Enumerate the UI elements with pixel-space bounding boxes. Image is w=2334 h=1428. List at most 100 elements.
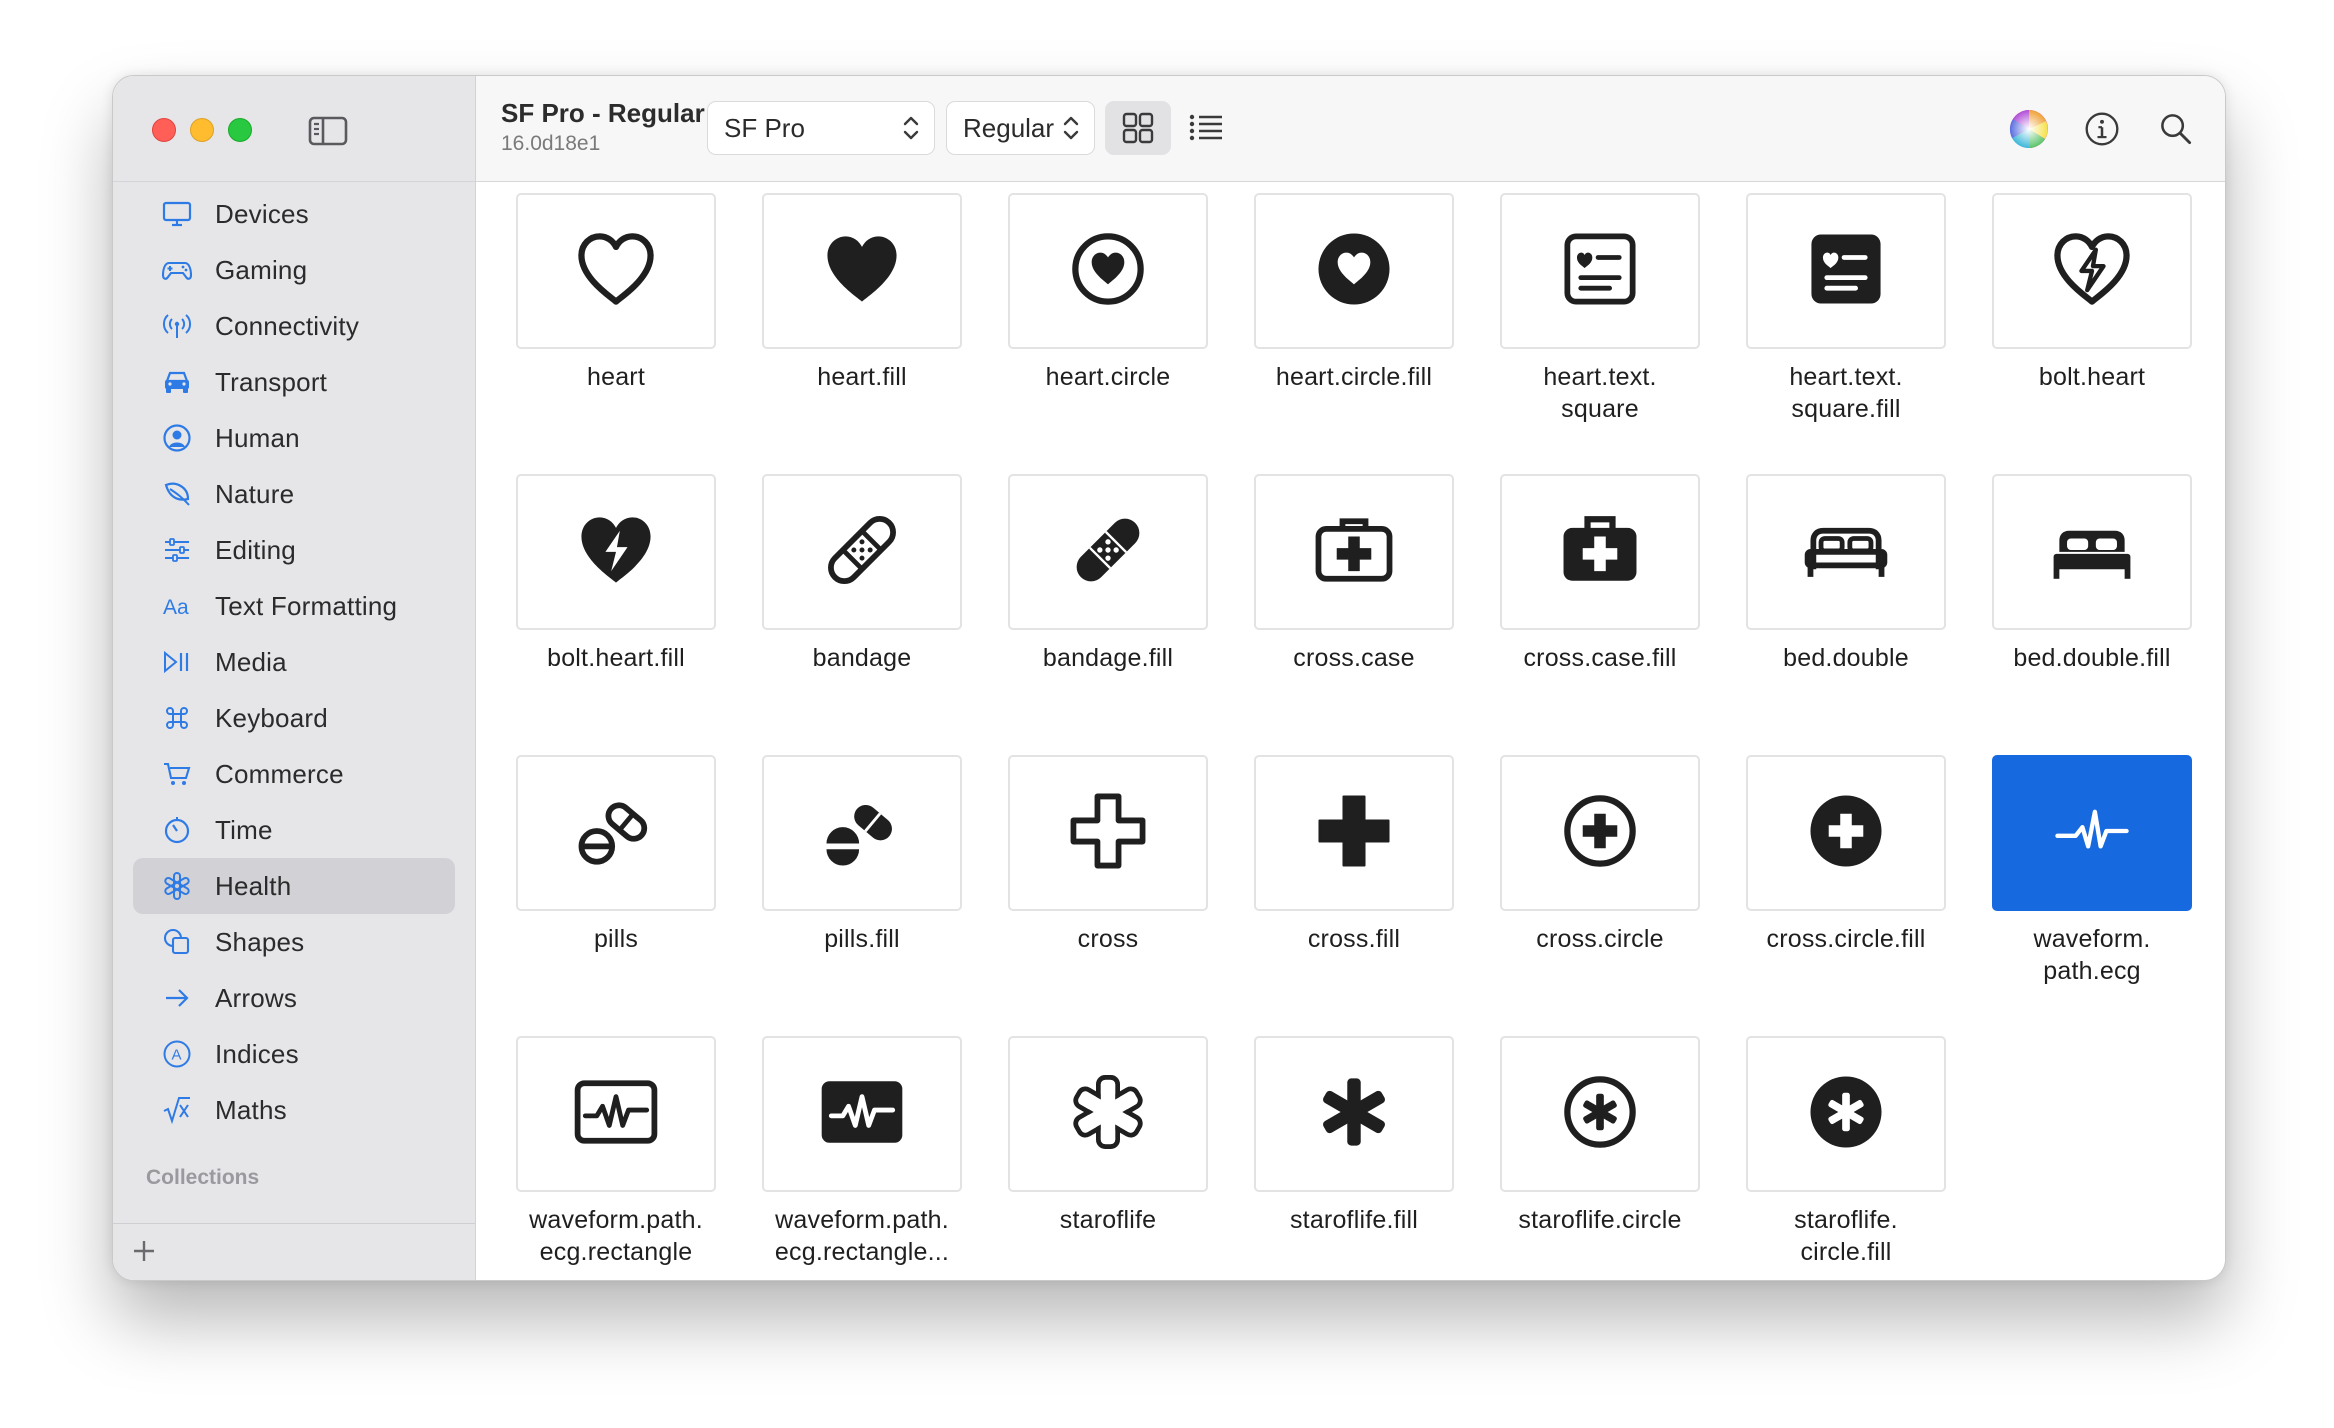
symbol-tile[interactable] bbox=[516, 755, 716, 911]
sidebar-item-shapes[interactable]: Shapes bbox=[133, 914, 455, 970]
sidebar-item-indices[interactable]: A Indices bbox=[133, 1026, 455, 1082]
symbol-tile[interactable] bbox=[1254, 755, 1454, 911]
symbol-tile[interactable] bbox=[1992, 755, 2192, 911]
collections-header: Collections bbox=[146, 1166, 260, 1189]
symbol-cell[interactable]: bolt.heart.fill bbox=[516, 474, 716, 755]
zoom-window-button[interactable] bbox=[228, 118, 252, 142]
symbol-cell[interactable]: pills.fill bbox=[762, 755, 962, 1036]
symbol-cell[interactable]: cross.case.fill bbox=[1500, 474, 1700, 755]
symbol-tile[interactable] bbox=[1500, 474, 1700, 630]
leaf-icon bbox=[159, 476, 195, 512]
symbol-cell[interactable]: cross.fill bbox=[1254, 755, 1454, 1036]
list-view-button[interactable] bbox=[1173, 101, 1239, 155]
symbol-tile[interactable] bbox=[1254, 1036, 1454, 1192]
symbol-tile[interactable] bbox=[1008, 755, 1208, 911]
symbol-cell[interactable]: heart.circle bbox=[1008, 193, 1208, 474]
close-window-button[interactable] bbox=[152, 118, 176, 142]
symbol-tile[interactable] bbox=[1254, 474, 1454, 630]
sidebar-item-gaming[interactable]: Gaming bbox=[133, 242, 455, 298]
sidebar-item-transport[interactable]: Transport bbox=[133, 354, 455, 410]
minimize-window-button[interactable] bbox=[190, 118, 214, 142]
symbol-cell[interactable]: pills bbox=[516, 755, 716, 1036]
sidebar-item-text-formatting[interactable]: Aa Text Formatting bbox=[133, 578, 455, 634]
sidebar-item-time[interactable]: Time bbox=[133, 802, 455, 858]
font-family-select[interactable]: SF Pro bbox=[707, 101, 935, 155]
symbol-cell[interactable]: waveform.path. ecg.rectangle... bbox=[762, 1036, 962, 1280]
symbol-tile[interactable] bbox=[1746, 474, 1946, 630]
symbol-cell[interactable]: heart.text. square.fill bbox=[1746, 193, 1946, 474]
search-icon[interactable] bbox=[2156, 109, 2196, 149]
symbol-label: heart bbox=[587, 363, 645, 391]
symbol-cell[interactable]: staroflife.circle bbox=[1500, 1036, 1700, 1280]
symbol-cell[interactable]: staroflife bbox=[1008, 1036, 1208, 1280]
symbol-tile[interactable] bbox=[1500, 1036, 1700, 1192]
symbol-cell[interactable]: staroflife.fill bbox=[1254, 1036, 1454, 1280]
sidebar-divider bbox=[113, 181, 475, 182]
symbol-cell[interactable]: heart.circle.fill bbox=[1254, 193, 1454, 474]
symbol-tile[interactable] bbox=[1992, 193, 2192, 349]
add-collection-icon[interactable] bbox=[129, 1236, 159, 1266]
symbol-tile[interactable] bbox=[1500, 193, 1700, 349]
sidebar-item-nature[interactable]: Nature bbox=[133, 466, 455, 522]
sidebar-toggle-icon[interactable] bbox=[308, 116, 348, 146]
symbol-label: cross.fill bbox=[1307, 925, 1401, 953]
symbol-cell[interactable]: heart bbox=[516, 193, 716, 474]
symbol-label: staroflife.fill bbox=[1289, 1206, 1419, 1234]
symbol-tile[interactable] bbox=[762, 755, 962, 911]
staroflife-icon bbox=[159, 868, 195, 904]
command-icon bbox=[159, 700, 195, 736]
grid-view-button[interactable] bbox=[1105, 101, 1171, 155]
info-icon[interactable] bbox=[2082, 109, 2122, 149]
symbol-cell[interactable]: cross.circle bbox=[1500, 755, 1700, 1036]
category-list: Devices Gaming Connectivity Transport Human N… bbox=[133, 186, 455, 1138]
sidebar-item-keyboard[interactable]: Keyboard bbox=[133, 690, 455, 746]
symbol-tile[interactable] bbox=[762, 193, 962, 349]
font-weight-select[interactable]: Regular bbox=[946, 101, 1095, 155]
sidebar-item-media[interactable]: Media bbox=[133, 634, 455, 690]
symbol-cell[interactable]: bandage bbox=[762, 474, 962, 755]
symbol-cell[interactable]: heart.fill bbox=[762, 193, 962, 474]
symbol-tile[interactable] bbox=[762, 1036, 962, 1192]
symbol-cell[interactable]: bandage.fill bbox=[1008, 474, 1208, 755]
symbol-tile[interactable] bbox=[1254, 193, 1454, 349]
symbol-tile[interactable] bbox=[516, 193, 716, 349]
symbol-cell[interactable]: staroflife. circle.fill bbox=[1746, 1036, 1946, 1280]
symbol-cell[interactable]: cross.circle.fill bbox=[1746, 755, 1946, 1036]
sidebar-item-commerce[interactable]: Commerce bbox=[133, 746, 455, 802]
symbol-label: waveform. path.ecg bbox=[2033, 925, 2151, 985]
symbol-cell[interactable]: bolt.heart bbox=[1992, 193, 2192, 474]
symbol-tile[interactable] bbox=[516, 1036, 716, 1192]
sidebar-item-human[interactable]: Human bbox=[133, 410, 455, 466]
symbol-tile[interactable] bbox=[1008, 474, 1208, 630]
symbol-tile[interactable] bbox=[1008, 193, 1208, 349]
symbol-cell[interactable]: heart.text. square bbox=[1500, 193, 1700, 474]
sidebar-item-maths[interactable]: Maths bbox=[133, 1082, 455, 1138]
sidebar-item-label: Connectivity bbox=[215, 310, 360, 341]
symbol-cell[interactable]: waveform. path.ecg bbox=[1992, 755, 2192, 1036]
color-wheel-icon[interactable] bbox=[2009, 109, 2049, 149]
sidebar-item-arrows[interactable]: Arrows bbox=[133, 970, 455, 1026]
symbol-cell[interactable]: waveform.path. ecg.rectangle bbox=[516, 1036, 716, 1280]
sidebar-item-health[interactable]: Health bbox=[133, 858, 455, 914]
symbol-cell[interactable]: cross bbox=[1008, 755, 1208, 1036]
symbol-tile[interactable] bbox=[1746, 755, 1946, 911]
symbol-cell[interactable]: cross.case bbox=[1254, 474, 1454, 755]
toolbar: SF Pro - Regular 16.0d18e1 SF Pro Regula… bbox=[476, 76, 2225, 182]
symbol-tile[interactable] bbox=[1992, 474, 2192, 630]
symbol-cell[interactable]: bed.double bbox=[1746, 474, 1946, 755]
symbol-tile[interactable] bbox=[516, 474, 716, 630]
sidebar-item-devices[interactable]: Devices bbox=[133, 186, 455, 242]
symbol-cell[interactable]: bed.double.fill bbox=[1992, 474, 2192, 755]
sidebar-item-editing[interactable]: Editing bbox=[133, 522, 455, 578]
cross-case-fill-icon bbox=[1552, 502, 1648, 603]
symbol-label: cross.circle.fill bbox=[1766, 925, 1926, 953]
symbol-label: pills bbox=[593, 925, 639, 953]
sidebar-item-connectivity[interactable]: Connectivity bbox=[133, 298, 455, 354]
cross-fill-icon bbox=[1306, 783, 1402, 884]
symbol-tile[interactable] bbox=[1500, 755, 1700, 911]
symbol-tile[interactable] bbox=[762, 474, 962, 630]
symbol-tile[interactable] bbox=[1008, 1036, 1208, 1192]
symbol-tile[interactable] bbox=[1746, 193, 1946, 349]
symbol-tile[interactable] bbox=[1746, 1036, 1946, 1192]
font-version: 16.0d18e1 bbox=[501, 132, 601, 155]
